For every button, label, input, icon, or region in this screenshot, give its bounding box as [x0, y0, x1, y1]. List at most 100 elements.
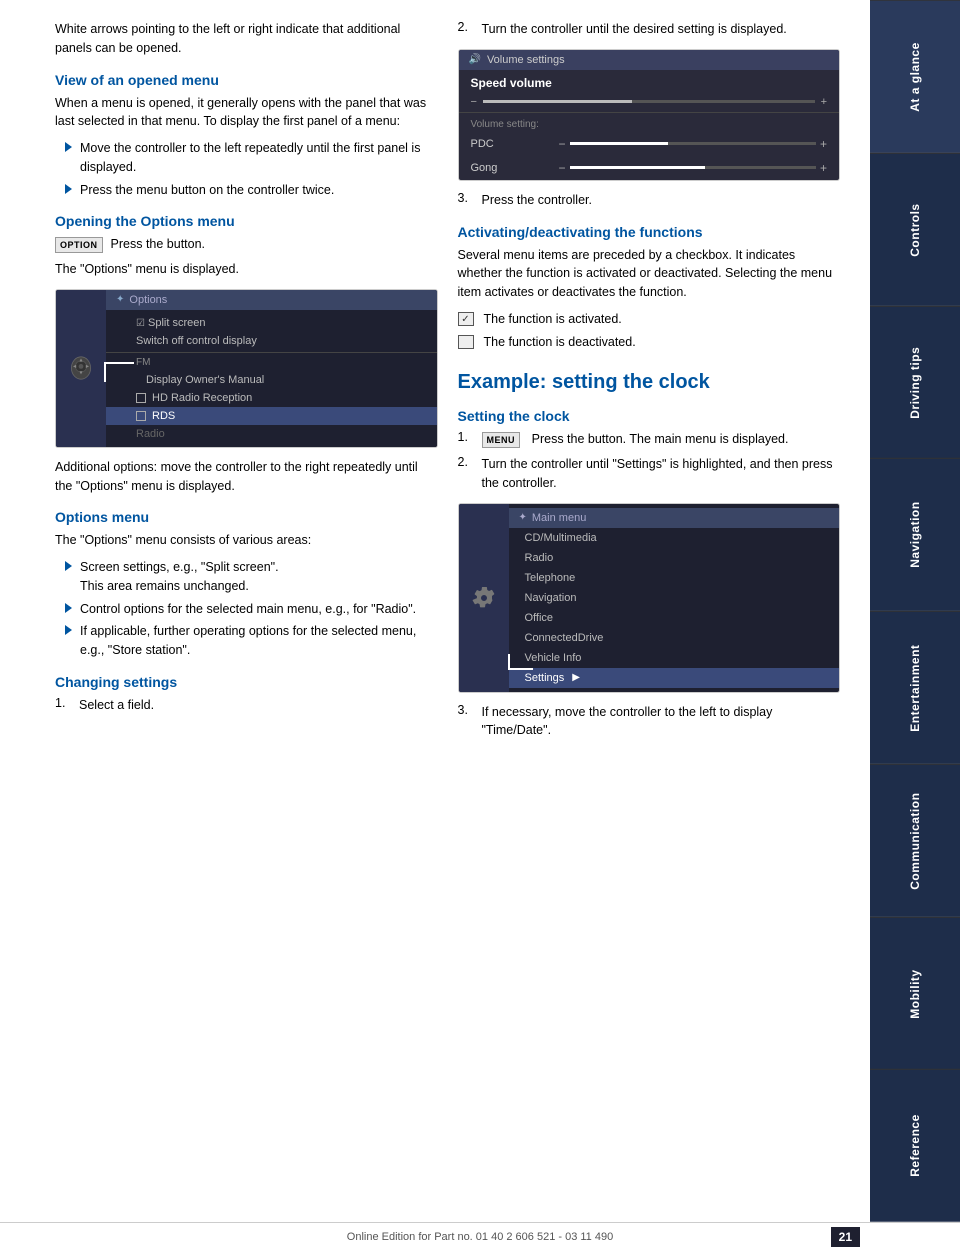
gong-fill — [570, 166, 706, 169]
main-menu-items-list: ✦ Main menu CD/Multimedia Radio Telephon… — [509, 504, 840, 692]
options-bullet-text-3: If applicable, further operating options… — [80, 622, 438, 660]
options-bullet-text-1: Screen settings, e.g., "Split screen". — [80, 560, 279, 574]
sidebar-tab-entertainment[interactable]: Entertainment — [870, 611, 960, 764]
clock-step-3-text: If necessary, move the controller to the… — [482, 703, 841, 741]
activating-body: Several menu items are preceded by a che… — [458, 246, 841, 302]
sidebar-tab-navigation[interactable]: Navigation — [870, 458, 960, 611]
clock-step-num-1: 1. — [458, 430, 474, 449]
gong-minus: − — [559, 161, 566, 175]
step-1-text: Select a field. — [79, 696, 154, 715]
setting-clock-heading: Setting the clock — [458, 408, 841, 424]
deactivated-row: The function is deactivated. — [458, 333, 841, 352]
section-activating-heading: Activating/deactivating the functions — [458, 224, 841, 240]
section-view-body: When a menu is opened, it generally open… — [55, 94, 438, 132]
options-left-panel — [56, 290, 106, 447]
callout-line-v — [104, 362, 106, 382]
options-item-display-owners: Display Owner's Manual — [106, 371, 437, 389]
options-bullet-sub-1: This area remains unchanged. — [80, 577, 279, 596]
pdc-plus: + — [820, 137, 827, 151]
bullet-text-1: Move the controller to the left repeated… — [80, 139, 438, 177]
gong-slider: − + — [559, 161, 828, 175]
main-menu-vehicle: Vehicle Info — [509, 648, 840, 668]
volume-setting-label: Volume setting: — [459, 115, 840, 132]
volume-header-label: Volume settings — [487, 54, 565, 66]
right-step-3: 3. Press the controller. — [458, 191, 841, 210]
options-item-radio: Radio — [106, 425, 437, 443]
speed-slider-bar — [483, 100, 815, 103]
right-step-num-3: 3. — [458, 191, 474, 210]
options-bullet-arrow-2 — [65, 603, 72, 613]
additional-options-text: Additional options: move the controller … — [55, 458, 438, 496]
sidebar-tab-controls[interactable]: Controls — [870, 153, 960, 306]
speed-volume-slider: − + — [459, 92, 840, 110]
main-menu-cd: CD/Multimedia — [509, 528, 840, 548]
check-deactivated-icon — [458, 335, 474, 349]
options-bullet-text-2: Control options for the selected main me… — [80, 600, 416, 619]
clock-step-num-3: 3. — [458, 703, 474, 741]
pdc-fill — [570, 142, 669, 145]
options-bullet-3: If applicable, further operating options… — [65, 622, 438, 660]
activated-row: The function is activated. — [458, 310, 841, 329]
gong-volume-item: Gong − + — [459, 156, 840, 180]
bullet-arrow-1 — [65, 142, 72, 152]
gear-icon — [472, 586, 496, 610]
volume-header: 🔊 Volume settings — [459, 50, 840, 70]
clock-step-1: 1. MENU Press the button. The main menu … — [458, 430, 841, 449]
option-button-label: OPTION — [55, 237, 103, 253]
sidebar-tab-mobility[interactable]: Mobility — [870, 917, 960, 1070]
speed-slider-fill — [483, 100, 632, 103]
main-menu-office: Office — [509, 608, 840, 628]
step-num-1: 1. — [55, 696, 71, 715]
options-displayed-text: The "Options" menu is displayed. — [55, 260, 438, 279]
gong-label: Gong — [471, 162, 551, 174]
volume-divider — [459, 112, 840, 113]
volume-screenshot: 🔊 Volume settings Speed volume − + Volum… — [458, 49, 841, 181]
sidebar-tab-driving-tips[interactable]: Driving tips — [870, 306, 960, 459]
press-button-text: Press the button. — [111, 235, 206, 254]
options-item-fm: FM — [106, 352, 437, 371]
options-item-rds: RDS — [106, 407, 437, 425]
clock-step-1-text: Press the button. The main menu is displ… — [532, 432, 789, 446]
page-number-box: 21 — [831, 1227, 860, 1247]
hd-radio-checkbox — [136, 393, 146, 403]
intro-text: White arrows pointing to the left or rig… — [55, 20, 438, 58]
options-bullet-arrow-1 — [65, 561, 72, 571]
main-menu-callout-h — [508, 668, 533, 670]
clock-step-num-2: 2. — [458, 455, 474, 493]
section-changing-heading: Changing settings — [55, 674, 438, 690]
gong-bar — [570, 166, 816, 169]
section-options-menu-heading: Options menu — [55, 509, 438, 525]
main-menu-header: ✦ Main menu — [509, 508, 840, 528]
options-item-switch-off: Switch off control display — [106, 332, 437, 350]
main-menu-telephone: Telephone — [509, 568, 840, 588]
example-heading: Example: setting the clock — [458, 371, 841, 394]
rds-checkbox — [136, 411, 146, 421]
right-step-2: 2. Turn the controller until the desired… — [458, 20, 841, 39]
main-menu-screenshot: ✦ Main menu CD/Multimedia Radio Telephon… — [458, 503, 841, 693]
speed-plus: + — [821, 96, 827, 108]
clock-step-2-text: Turn the controller until "Settings" is … — [482, 455, 841, 493]
callout-line-h — [104, 362, 134, 364]
check-activated-icon — [458, 312, 474, 326]
right-step-num-2: 2. — [458, 20, 474, 39]
main-menu-connected: ConnectedDrive — [509, 628, 840, 648]
bullet-item-2: Press the menu button on the controller … — [65, 181, 438, 200]
sidebar-tab-reference[interactable]: Reference — [870, 1069, 960, 1222]
sidebar-tab-at-a-glance[interactable]: At a glance — [870, 0, 960, 153]
options-header: ✦ Options — [106, 290, 437, 310]
pdc-bar — [570, 142, 816, 145]
deactivated-text: The function is deactivated. — [484, 333, 636, 352]
options-bullet-arrow-3 — [65, 625, 72, 635]
page-footer: Online Edition for Part no. 01 40 2 606 … — [0, 1222, 960, 1251]
options-right-panel: ✦ Options ☑ Split screen Switch off cont… — [106, 290, 437, 447]
controller-icon — [65, 352, 97, 384]
activated-text: The function is activated. — [484, 310, 622, 329]
main-menu-header-label: Main menu — [532, 512, 586, 524]
sidebar-tab-communication[interactable]: Communication — [870, 764, 960, 917]
options-item-split-screen: ☑ Split screen — [106, 314, 437, 332]
section-options-heading: Opening the Options menu — [55, 213, 438, 229]
section-view-heading: View of an opened menu — [55, 72, 438, 88]
main-menu-inner: ✦ Main menu CD/Multimedia Radio Telephon… — [459, 504, 840, 692]
options-menu-body: The "Options" menu consists of various a… — [55, 531, 438, 550]
changing-step-1: 1. Select a field. — [55, 696, 438, 715]
